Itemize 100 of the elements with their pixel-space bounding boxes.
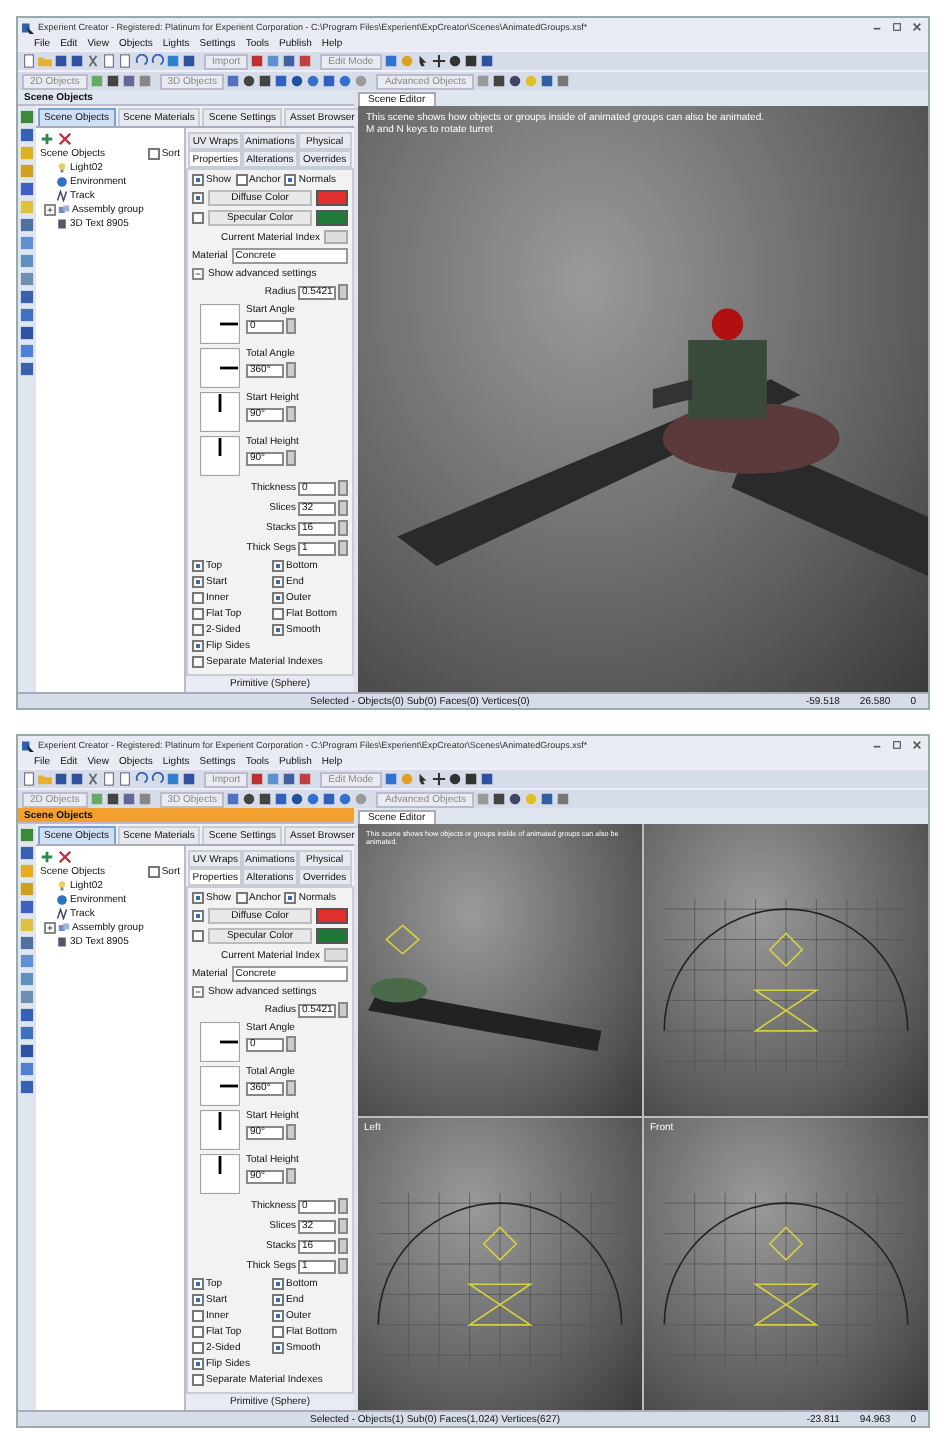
angle-preview-drawing	[200, 436, 240, 476]
group-icon	[58, 922, 70, 934]
page-icon[interactable]	[22, 772, 36, 786]
checkbox[interactable]	[272, 576, 284, 588]
close-button[interactable]	[908, 738, 924, 752]
checkbox[interactable]	[192, 910, 204, 922]
checkbox[interactable]	[192, 624, 204, 636]
maximize-icon	[891, 740, 901, 750]
expand-toggle[interactable]	[44, 204, 56, 216]
close-icon	[911, 22, 921, 32]
checkbox[interactable]	[192, 576, 204, 588]
checkbox[interactable]	[192, 930, 204, 942]
app-icon	[22, 739, 34, 751]
spin-buttons[interactable]	[286, 406, 296, 422]
checkbox[interactable]	[284, 892, 297, 904]
spin-buttons[interactable]	[286, 1080, 296, 1096]
track-icon	[56, 190, 68, 202]
maximize-button[interactable]	[888, 738, 904, 752]
spin-buttons[interactable]	[286, 362, 296, 378]
circle-tool-icon[interactable]	[242, 792, 257, 806]
circle-tool-icon[interactable]	[447, 54, 462, 68]
checkbox[interactable]	[284, 174, 297, 186]
3d-viewport[interactable]	[644, 824, 928, 1116]
add-icon[interactable]	[40, 850, 54, 864]
checkbox[interactable]	[272, 1278, 284, 1290]
checkbox[interactable]	[272, 1310, 284, 1322]
spin-buttons[interactable]	[286, 318, 296, 334]
angle-preview-drawing	[200, 1022, 240, 1062]
color-swatch[interactable]	[316, 928, 348, 944]
checkbox[interactable]	[272, 592, 284, 604]
scissors-icon[interactable]	[86, 772, 100, 786]
spin-buttons[interactable]	[286, 1168, 296, 1184]
color-swatch[interactable]	[316, 210, 348, 226]
add-icon[interactable]	[40, 132, 54, 146]
sort-checkbox[interactable]	[147, 148, 160, 160]
checkbox[interactable]	[192, 592, 204, 604]
checkbox[interactable]	[192, 656, 204, 668]
lightbulb-icon	[56, 880, 68, 892]
material-index-field[interactable]	[324, 230, 348, 244]
sort-checkbox[interactable]	[147, 866, 160, 878]
color-swatch[interactable]	[316, 190, 348, 206]
checkbox[interactable]	[192, 192, 204, 204]
angle-preview-drawing	[200, 392, 240, 432]
checkbox[interactable]	[272, 1326, 284, 1338]
minimize-icon	[871, 22, 881, 32]
checkbox[interactable]	[272, 1342, 284, 1354]
checkbox[interactable]	[192, 892, 204, 904]
spin-buttons[interactable]	[338, 284, 348, 300]
circle-tool-icon[interactable]	[447, 772, 462, 786]
checkbox[interactable]	[272, 624, 284, 636]
checkbox[interactable]	[192, 1374, 204, 1386]
maximize-icon	[891, 22, 901, 32]
spin-buttons[interactable]	[286, 450, 296, 466]
lightbulb-icon	[56, 162, 68, 174]
spin-buttons[interactable]	[286, 1036, 296, 1052]
spin-buttons[interactable]	[338, 1002, 348, 1018]
move-icon[interactable]	[431, 772, 446, 786]
checkbox[interactable]	[235, 174, 248, 186]
close-button[interactable]	[908, 20, 924, 34]
angle-preview-drawing	[200, 1110, 240, 1150]
checkbox[interactable]	[192, 560, 204, 572]
checkbox[interactable]	[272, 1294, 284, 1306]
maximize-button[interactable]	[888, 20, 904, 34]
color-swatch[interactable]	[316, 908, 348, 924]
app-icon	[22, 21, 34, 33]
checkbox[interactable]	[272, 560, 284, 572]
close-icon	[911, 740, 921, 750]
checkbox[interactable]	[192, 1278, 204, 1290]
expand-toggle[interactable]	[192, 268, 204, 280]
page-icon[interactable]	[22, 54, 36, 68]
checkbox[interactable]	[272, 608, 284, 620]
checkbox[interactable]	[192, 1326, 204, 1338]
track-icon	[56, 908, 68, 920]
checkbox[interactable]	[192, 1342, 204, 1354]
angle-preview-drawing	[200, 1066, 240, 1106]
circle-tool-icon[interactable]	[242, 74, 257, 88]
pointer-icon[interactable]	[415, 772, 430, 786]
checkbox[interactable]	[192, 212, 204, 224]
angle-preview-drawing	[200, 348, 240, 388]
group-icon	[58, 204, 70, 216]
checkbox[interactable]	[192, 608, 204, 620]
pointer-icon[interactable]	[415, 54, 430, 68]
checkbox[interactable]	[192, 174, 204, 186]
delete-icon[interactable]	[58, 850, 72, 864]
text-object-icon	[56, 218, 68, 230]
spin-buttons[interactable]	[286, 1124, 296, 1140]
checkbox[interactable]	[235, 892, 248, 904]
move-icon[interactable]	[431, 54, 446, 68]
expand-toggle[interactable]	[192, 986, 204, 998]
checkbox[interactable]	[192, 1358, 204, 1370]
scissors-icon[interactable]	[86, 54, 100, 68]
globe-icon	[56, 894, 68, 906]
angle-preview-drawing	[200, 304, 240, 344]
checkbox[interactable]	[192, 640, 204, 652]
delete-icon[interactable]	[58, 132, 72, 146]
expand-toggle[interactable]	[44, 922, 56, 934]
material-index-field[interactable]	[324, 948, 348, 962]
checkbox[interactable]	[192, 1294, 204, 1306]
minimize-icon	[871, 740, 881, 750]
checkbox[interactable]	[192, 1310, 204, 1322]
